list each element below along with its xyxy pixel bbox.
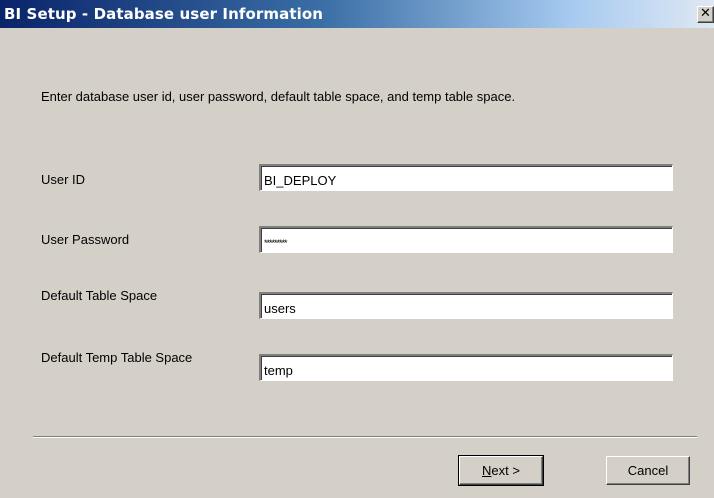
close-icon: ✕ <box>700 6 711 21</box>
cancel-button[interactable]: Cancel <box>606 456 690 485</box>
default-table-space-label: Default Table Space <box>41 288 158 303</box>
user-password-input[interactable] <box>259 226 673 253</box>
next-mnemonic: N <box>482 463 492 478</box>
button-separator <box>33 436 697 438</box>
title-bar[interactable]: BI Setup - Database user Information ✕ <box>0 0 714 28</box>
user-id-label: User ID <box>41 172 86 187</box>
default-temp-table-space-input[interactable] <box>259 354 673 381</box>
window-title: BI Setup - Database user Information <box>4 5 324 23</box>
default-temp-table-space-label: Default Temp Table Space <box>41 350 193 365</box>
close-button[interactable]: ✕ <box>697 6 714 23</box>
user-password-label: User Password <box>41 232 130 247</box>
next-button[interactable]: Next > <box>458 455 544 486</box>
setup-dialog: BI Setup - Database user Information ✕ E… <box>0 0 714 498</box>
default-table-space-input[interactable] <box>259 292 673 319</box>
user-id-input[interactable] <box>259 164 673 191</box>
next-button-label: ext > <box>491 463 520 478</box>
instructions-text: Enter database user id, user password, d… <box>41 89 516 104</box>
